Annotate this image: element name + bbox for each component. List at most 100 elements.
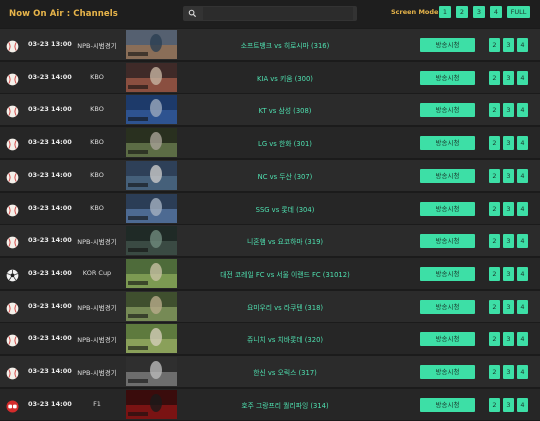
match-title: 니혼햄 vs 요코하마 (319)	[246, 238, 324, 247]
stream-thumbnail[interactable]	[126, 324, 177, 354]
screen-2-button[interactable]: 2	[489, 365, 500, 379]
screen-mode-4-button[interactable]: 4	[490, 6, 502, 18]
screen-3-button[interactable]: 3	[503, 299, 514, 314]
match-title: LG vs 한화 (301)	[258, 140, 312, 149]
screen-4-button[interactable]: 4	[517, 201, 528, 216]
table-row: 03-23 14:00 NPB-시범경기 쥬니치 vs 치바롯데 (320) 방송시청…	[0, 323, 540, 355]
screen-4-button[interactable]: 4	[517, 397, 528, 412]
match-title: KT vs 삼성 (308)	[258, 107, 312, 116]
screen-mode-1-button[interactable]: 1	[439, 6, 451, 18]
screen-4-button[interactable]: 4	[517, 234, 528, 249]
watch-button[interactable]: 방송시청	[420, 266, 475, 281]
screen-2-button[interactable]: 2	[489, 397, 500, 412]
match-time: 03-23 14:00	[28, 105, 72, 114]
table-row: 03-23 13:00 NPB-시범경기 소프트뱅크 vs 히로시마 (316) 방송…	[0, 29, 540, 60]
f1-icon	[6, 398, 19, 413]
screen-3-button[interactable]: 3	[503, 38, 514, 52]
league-name: KBO	[90, 170, 104, 179]
screen-3-button[interactable]: 3	[503, 201, 514, 216]
stream-thumbnail[interactable]	[126, 160, 177, 190]
screen-2-button[interactable]: 2	[489, 136, 500, 151]
baseball-icon	[6, 365, 19, 380]
table-row: 03-23 14:00 KBO KT vs 삼성 (308) 방송시청 2 3 4	[0, 94, 540, 126]
screen-3-button[interactable]: 3	[503, 136, 514, 151]
stream-thumbnail[interactable]	[126, 389, 177, 419]
stream-thumbnail[interactable]	[126, 95, 177, 125]
screen-3-button[interactable]: 3	[503, 266, 514, 281]
screen-3-button[interactable]: 3	[503, 234, 514, 249]
screen-2-button[interactable]: 2	[489, 70, 500, 85]
watch-button[interactable]: 방송시청	[420, 136, 475, 151]
screen-3-button[interactable]: 3	[503, 397, 514, 412]
stream-thumbnail[interactable]	[126, 291, 177, 321]
table-row: 03-23 14:00 KBO KIA vs 키움 (300) 방송시청 2 3 4	[0, 61, 540, 93]
table-row: 03-23 14:00 KBO SSG vs 롯데 (304) 방송시청 2 3 4	[0, 192, 540, 224]
watch-button[interactable]: 방송시청	[420, 70, 475, 85]
baseball-icon	[6, 38, 19, 53]
league-name: KBO	[90, 72, 104, 81]
screen-2-button[interactable]: 2	[489, 168, 500, 183]
stream-thumbnail[interactable]	[126, 258, 177, 288]
watch-button[interactable]: 방송시청	[420, 365, 475, 379]
stream-thumbnail[interactable]	[126, 226, 177, 256]
stream-thumbnail[interactable]	[126, 30, 177, 59]
screen-2-button[interactable]: 2	[489, 299, 500, 314]
stream-thumbnail[interactable]	[126, 357, 177, 386]
screen-2-button[interactable]: 2	[489, 201, 500, 216]
screen-4-button[interactable]: 4	[517, 365, 528, 379]
screen-mode-2-button[interactable]: 2	[456, 6, 468, 18]
league-name: F1	[93, 399, 101, 408]
league-name: KBO	[90, 105, 104, 114]
table-row: 03-23 14:00 KBO LG vs 한화 (301) 방송시청 2 3 4	[0, 127, 540, 159]
screen-2-button[interactable]: 2	[489, 234, 500, 249]
screen-3-button[interactable]: 3	[503, 332, 514, 347]
league-name: NPB-시범경기	[77, 303, 117, 312]
screen-mode-3-button[interactable]: 3	[473, 6, 485, 18]
screen-2-button[interactable]: 2	[489, 103, 500, 118]
watch-button[interactable]: 방송시청	[420, 299, 475, 314]
watch-button[interactable]: 방송시청	[420, 234, 475, 249]
watch-button[interactable]: 방송시청	[420, 201, 475, 216]
match-time: 03-23 14:00	[28, 268, 72, 277]
search-input[interactable]	[203, 7, 353, 20]
screen-2-button[interactable]: 2	[489, 38, 500, 52]
league-name: NPB-시범경기	[77, 42, 117, 50]
stream-thumbnail[interactable]	[126, 128, 177, 158]
screen-4-button[interactable]: 4	[517, 70, 528, 85]
search-icon	[188, 9, 197, 18]
screen-3-button[interactable]: 3	[503, 70, 514, 85]
match-title: SSG vs 롯데 (304)	[255, 205, 315, 214]
screen-mode-full-button[interactable]: FULL	[507, 6, 530, 18]
league-name: KOR Cup	[82, 268, 112, 277]
search-box[interactable]	[183, 6, 357, 21]
screen-4-button[interactable]: 4	[517, 38, 528, 52]
match-time: 03-23 14:00	[28, 399, 72, 408]
stream-thumbnail[interactable]	[126, 193, 177, 223]
screen-3-button[interactable]: 3	[503, 365, 514, 379]
screen-4-button[interactable]: 4	[517, 266, 528, 281]
watch-button[interactable]: 방송시청	[420, 168, 475, 183]
stream-thumbnail[interactable]	[126, 62, 177, 92]
table-row: 03-23 14:00 NPB-시범경기 한신 vs 오릭스 (317) 방송시청 2 3…	[0, 356, 540, 387]
league-name: KBO	[90, 138, 104, 147]
screen-2-button[interactable]: 2	[489, 266, 500, 281]
screen-4-button[interactable]: 4	[517, 136, 528, 151]
baseball-icon	[6, 202, 19, 216]
table-row: 03-23 14:00 F1 호주 그랑프리 퀄리파잉 (314) 방송시청 2 3 4	[0, 388, 540, 420]
screen-4-button[interactable]: 4	[517, 168, 528, 183]
screen-3-button[interactable]: 3	[503, 168, 514, 183]
screen-4-button[interactable]: 4	[517, 332, 528, 347]
screen-4-button[interactable]: 4	[517, 299, 528, 314]
baseball-icon	[6, 103, 19, 118]
match-time: 03-23 14:00	[28, 72, 72, 81]
league-name: NPB-시범경기	[77, 238, 117, 247]
screen-2-button[interactable]: 2	[489, 332, 500, 347]
screen-4-button[interactable]: 4	[517, 103, 528, 118]
watch-button[interactable]: 방송시청	[420, 332, 475, 347]
match-time: 03-23 14:00	[28, 203, 72, 212]
watch-button[interactable]: 방송시청	[420, 397, 475, 412]
watch-button[interactable]: 방송시청	[420, 38, 475, 52]
screen-3-button[interactable]: 3	[503, 103, 514, 118]
match-time: 03-23 14:00	[28, 236, 72, 245]
watch-button[interactable]: 방송시청	[420, 103, 475, 118]
